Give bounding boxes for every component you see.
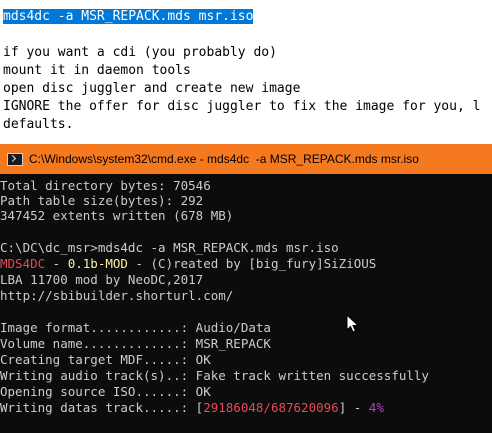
cmd-icon[interactable] xyxy=(7,152,23,166)
console-line: LBA 11700 mod by NeoDC,2017 xyxy=(0,272,204,287)
info-line: Creating target MDF.....: OK xyxy=(0,352,211,367)
console-line: 347452 extents written (678 MB) xyxy=(0,208,234,223)
doc-line-command[interactable]: mds4dc -a MSR_REPACK.mds msr.iso xyxy=(3,8,254,26)
banner-name: MDS4DC xyxy=(0,256,46,271)
info-line: Opening source ISO......: OK xyxy=(0,384,211,399)
banner-version: 0.1b-MOD xyxy=(67,256,128,271)
console-banner: MDS4DC - 0.1b-MOD - (C)reated by [big_fu… xyxy=(0,256,376,272)
window-titlebar[interactable]: C:\Windows\system32\cmd.exe - mds4dc -a … xyxy=(0,144,492,174)
window-title: C:\Windows\system32\cmd.exe - mds4dc -a … xyxy=(29,152,419,166)
console-line: Path table size(bytes): 292 xyxy=(0,193,204,208)
mouse-cursor-icon xyxy=(346,314,360,333)
console-url: http://sbibuilder.shorturl.com/ xyxy=(0,288,234,303)
progress-dash: - xyxy=(346,400,369,415)
doc-line: open disc juggler and create new image xyxy=(3,81,301,96)
doc-line: if you want a cdi (you probably do) xyxy=(3,45,277,60)
cmd-window[interactable]: C:\Windows\system32\cmd.exe - mds4dc -a … xyxy=(0,144,492,433)
selected-text[interactable]: mds4dc -a MSR_REPACK.mds msr.iso xyxy=(3,9,254,24)
doc-line: mount it in daemon tools xyxy=(3,63,191,78)
progress-percent: 4% xyxy=(368,400,384,415)
info-line: Writing audio track(s)..: Fake track wri… xyxy=(0,368,429,383)
info-line: Volume name.............: MSR_REPACK xyxy=(0,336,271,351)
progress-slash: / xyxy=(263,400,271,415)
progress-line: Writing datas track.....: [29186048/6876… xyxy=(0,400,384,416)
doc-line: IGNORE the offer for disc juggler to fix… xyxy=(3,99,481,114)
progress-total: 687620096 xyxy=(270,400,339,415)
text-document: mds4dc -a MSR_REPACK.mds msr.iso if you … xyxy=(0,0,492,144)
console-line: Total directory bytes: 70546 xyxy=(0,178,211,193)
progress-done: 29186048 xyxy=(203,400,264,415)
doc-line: defaults. xyxy=(3,117,74,132)
info-line: Image format............: Audio/Data xyxy=(0,320,271,335)
banner-credit: - (C)reated by [big_fury]SiZiOUS xyxy=(127,256,377,271)
banner-sep: - xyxy=(45,256,68,271)
console-prompt: C:\DC\dc_msr>mds4dc -a MSR_REPACK.mds ms… xyxy=(0,240,339,255)
console-output[interactable]: Total directory bytes: 70546 Path table … xyxy=(0,174,492,433)
progress-label: Writing datas track.....: xyxy=(0,400,196,415)
